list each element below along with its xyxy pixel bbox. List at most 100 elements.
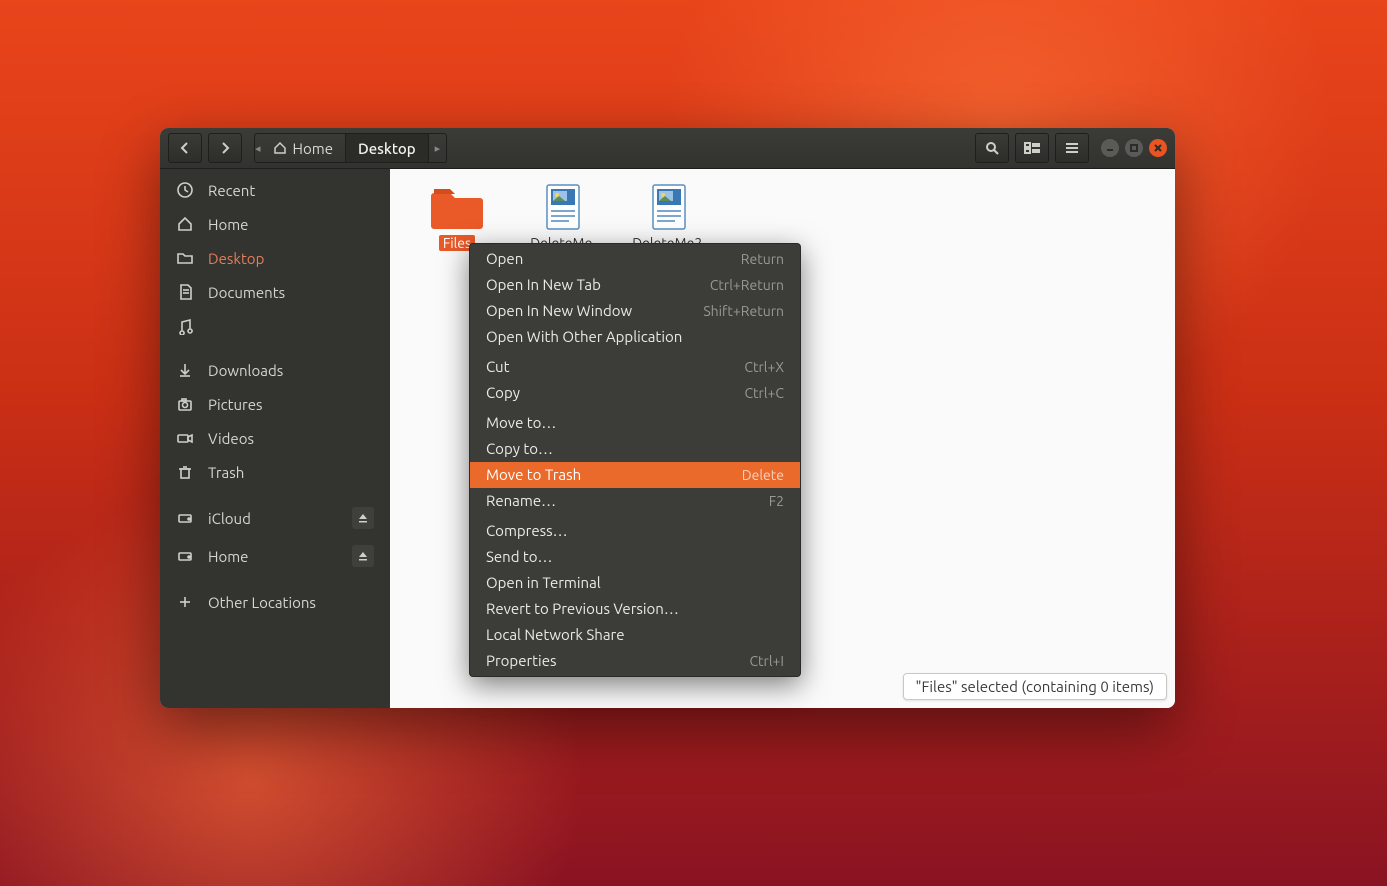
breadcrumb-home[interactable]: Home [261,134,346,162]
window-minimize-button[interactable] [1101,139,1119,157]
sidebar-item-home[interactable]: Home [160,207,390,241]
sidebar-item-label: iCloud [208,510,251,527]
window-controls [1101,139,1167,157]
home-icon [273,141,287,155]
ctx-item-label: Local Network Share [486,625,625,645]
ctx-open-in-new-tab[interactable]: Open In New Tab Ctrl+Return [470,272,800,298]
sidebar-item-pictures[interactable]: Pictures [160,387,390,421]
sidebar-item-label: Home [208,216,248,233]
sidebar-item-label: Recent [208,182,255,199]
trash-icon [176,463,194,481]
titlebar: ◂ Home Desktop ▸ [160,128,1175,169]
breadcrumb: ◂ Home Desktop ▸ [254,133,447,163]
ctx-compress[interactable]: Compress… [470,518,800,544]
nav-forward-button[interactable] [208,133,242,163]
context-menu: OpenReturnOpen In New TabCtrl+ReturnOpen… [469,243,801,677]
ctx-send-to[interactable]: Send to… [470,544,800,570]
breadcrumb-label: Desktop [358,140,416,157]
window-close-button[interactable] [1149,139,1167,157]
ctx-item-label: Move to… [486,413,556,433]
video-icon [176,429,194,447]
sidebar-item-label: Trash [208,464,244,481]
eject-button[interactable] [352,545,374,567]
minimize-icon [1105,143,1115,153]
view-toggle-button[interactable] [1015,133,1049,163]
sidebar-item-icloud[interactable]: iCloud [160,499,390,537]
ctx-open-in-terminal[interactable]: Open in Terminal [470,570,800,596]
sidebar-item-music[interactable] [160,309,390,343]
sidebar-item-label: Downloads [208,362,283,379]
ctx-revert-to-previous-version[interactable]: Revert to Previous Version… [470,596,800,622]
grid-list-icon [1024,142,1040,154]
ctx-copy-to[interactable]: Copy to… [470,436,800,462]
ctx-item-accel: Return [741,249,784,269]
ctx-open-with-other-application[interactable]: Open With Other Application [470,324,800,350]
folder-icon [176,249,194,267]
breadcrumb-end-caret: ▸ [429,142,447,155]
sidebar-item-other-locations[interactable]: Other Locations [160,585,390,619]
hamburger-icon [1065,142,1079,154]
ctx-open-in-new-window[interactable]: Open In New Window Shift+Return [470,298,800,324]
ctx-item-label: Open In New Window [486,301,632,321]
ctx-move-to-trash[interactable]: Move to TrashDelete [470,462,800,488]
sidebar-item-trash[interactable]: Trash [160,455,390,489]
ctx-item-label: Copy [486,383,520,403]
ctx-item-label: Open With Other Application [486,327,682,347]
ctx-item-label: Compress… [486,521,568,541]
ctx-rename[interactable]: Rename… F2 [470,488,800,514]
maximize-icon [1129,143,1139,153]
ctx-move-to[interactable]: Move to… [470,410,800,436]
sidebar-item-label: Home [208,548,248,565]
ctx-item-label: Properties [486,651,557,671]
sidebar-item-label: Pictures [208,396,263,413]
sidebar-item-label: Other Locations [208,594,316,611]
ctx-item-label: Open in Terminal [486,573,601,593]
clock-icon [176,181,194,199]
search-icon [985,141,999,155]
ctx-open[interactable]: Open Return [470,246,800,272]
sidebar-item-recent[interactable]: Recent [160,173,390,207]
hamburger-menu-button[interactable] [1055,133,1089,163]
nav-back-button[interactable] [168,133,202,163]
ctx-item-label: Copy to… [486,439,553,459]
ctx-cut[interactable]: Cut Ctrl+X [470,354,800,380]
file-item[interactable]: DeleteMe2. [630,183,708,251]
breadcrumb-label: Home [293,140,333,157]
close-icon [1153,143,1163,153]
sidebar-item-label: Documents [208,284,285,301]
ctx-item-accel: Shift+Return [703,301,784,321]
drive-icon [176,509,194,527]
ctx-item-label: Cut [486,357,510,377]
sidebar: Recent Home Desktop Documents Downloads Pictu… [160,169,390,708]
sidebar-item-videos[interactable]: Videos [160,421,390,455]
ctx-local-network-share[interactable]: Local Network Share [470,622,800,648]
sidebar-item-home[interactable]: Home [160,537,390,575]
breadcrumb-desktop[interactable]: Desktop [346,134,429,162]
ctx-item-label: Revert to Previous Version… [486,599,679,619]
sidebar-item-desktop[interactable]: Desktop [160,241,390,275]
chevron-left-icon [180,142,190,154]
eject-icon [358,551,368,561]
drive-icon [176,547,194,565]
sidebar-item-downloads[interactable]: Downloads [160,353,390,387]
file-item[interactable]: DeleteMe. [524,183,602,251]
file-item[interactable]: Files [418,183,496,251]
ctx-item-accel: Delete [742,465,784,485]
music-icon [176,317,194,335]
ctx-copy[interactable]: CopyCtrl+C [470,380,800,406]
home-icon [176,215,194,233]
ctx-item-label: Send to… [486,547,552,567]
sidebar-item-documents[interactable]: Documents [160,275,390,309]
search-button[interactable] [975,133,1009,163]
eject-button[interactable] [352,507,374,529]
ctx-item-accel: Ctrl+Return [710,275,784,295]
ctx-item-label: Open [486,249,523,269]
ctx-item-accel: Ctrl+I [749,651,784,671]
ctx-item-accel: Ctrl+X [744,357,784,377]
window-maximize-button[interactable] [1125,139,1143,157]
ctx-properties[interactable]: Properties Ctrl+I [470,648,800,674]
ctx-item-label: Rename… [486,491,556,511]
download-icon [176,361,194,379]
ctx-item-label: Open In New Tab [486,275,601,295]
ctx-item-accel: F2 [769,491,784,511]
